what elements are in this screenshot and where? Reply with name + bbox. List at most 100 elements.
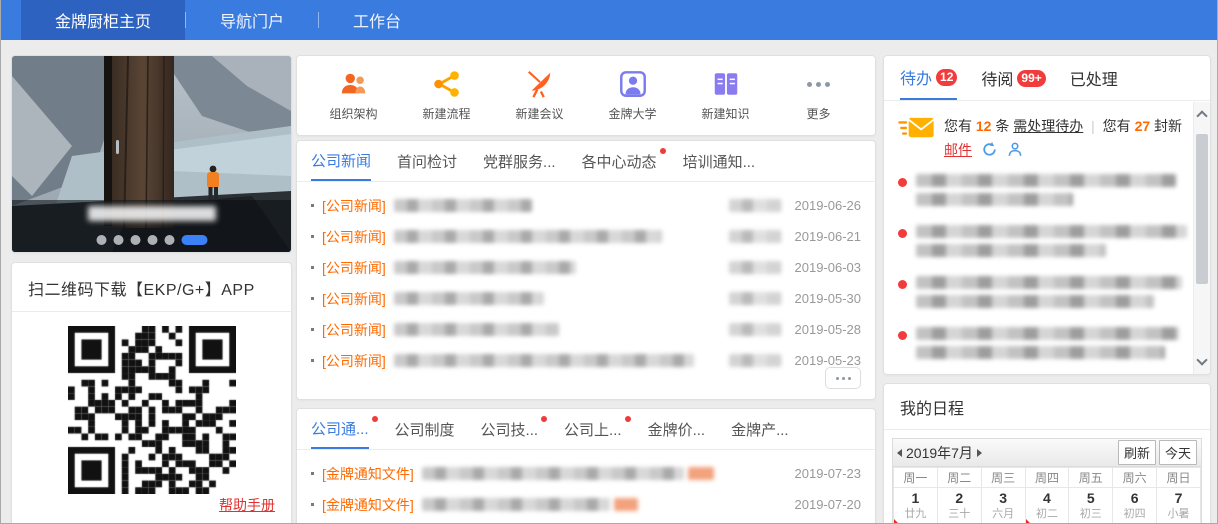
- prev-month-icon[interactable]: [897, 448, 902, 457]
- tab-brand-price[interactable]: 金牌价...: [648, 409, 706, 449]
- tab-company-listing[interactable]: 公司上...: [564, 409, 631, 449]
- todo-tabs: 待办 12 待阅 99+ 已处理: [884, 56, 1210, 101]
- quick-actions-card: 组织架构 新建流程 新建会议 金牌大学 新建知识 更多: [296, 55, 876, 136]
- qr-code: [67, 326, 236, 494]
- refresh-icon[interactable]: [981, 141, 998, 158]
- calendar-day-cell[interactable]: 7 小暑: [1156, 487, 1201, 523]
- qr-card-title: 扫二维码下载【EKP/G+】APP: [12, 263, 291, 312]
- nav-tab-portal[interactable]: 导航门户: [186, 0, 318, 40]
- action-more[interactable]: 更多: [781, 69, 857, 122]
- urgent-dot: [898, 229, 907, 238]
- carousel-dot[interactable]: [147, 235, 157, 245]
- new-mail-link[interactable]: 邮件: [944, 142, 972, 158]
- tab-company-policy[interactable]: 公司制度: [395, 409, 455, 449]
- todo-panel: 待办 12 待阅 99+ 已处理 您有 12 条 需处理待办 | 您有 27 封…: [883, 55, 1211, 375]
- person-card-icon: [619, 71, 646, 97]
- notice-item[interactable]: [金牌通知文件] 2019-07-23: [311, 458, 861, 489]
- carousel-dot[interactable]: [113, 235, 123, 245]
- tab-to-read[interactable]: 待阅 99+: [981, 56, 1046, 100]
- blurred-highlight: [613, 498, 638, 511]
- blurred-highlight: [687, 467, 714, 480]
- calendar-day-cell[interactable]: 3 六月: [980, 487, 1026, 523]
- news-item[interactable]: [公司新闻] 2019-06-03: [311, 252, 861, 283]
- action-new-meeting[interactable]: 新建会议: [502, 69, 578, 122]
- carousel-dot[interactable]: [164, 235, 174, 245]
- calendar-day-cell[interactable]: 6 初四: [1112, 487, 1158, 523]
- action-new-knowledge[interactable]: 新建知识: [688, 69, 764, 122]
- calendar-day-cell[interactable]: 2 三十: [936, 487, 982, 523]
- ellipsis-icon: [807, 69, 830, 99]
- tab-company-notice[interactable]: 公司通...: [311, 409, 378, 449]
- bullet: [311, 359, 314, 362]
- nav-tab-home[interactable]: 金牌厨柜主页: [21, 0, 186, 40]
- blurred-author: [728, 292, 781, 305]
- news-item[interactable]: [公司新闻] 2019-06-26: [311, 190, 861, 221]
- todo-item[interactable]: [898, 225, 1187, 263]
- blurred-author: [728, 199, 781, 212]
- news-category: [公司新闻]: [322, 197, 386, 214]
- nav-tab-workbench[interactable]: 工作台: [319, 0, 435, 40]
- calendar-week-row: 1 廿九 2 三十 3 六月 4 初二 5 初三 6 初四 7 小暑: [893, 487, 1201, 523]
- scroll-up-icon[interactable]: [1196, 110, 1208, 122]
- calendar-month-label: 2019年7月: [906, 444, 973, 461]
- carousel-caption-blurred: [87, 206, 216, 221]
- todo-item[interactable]: [898, 174, 1187, 212]
- news-category: [公司新闻]: [322, 352, 386, 369]
- carousel-caption-bar: [12, 200, 291, 252]
- banner-carousel[interactable]: [11, 55, 292, 253]
- pending-todo-link[interactable]: 需处理待办: [1013, 118, 1083, 134]
- news-more-button[interactable]: [825, 367, 861, 389]
- news-date: 2019-05-23: [794, 353, 862, 368]
- calendar: 2019年7月 刷新 今天 周一 周二 周三 周四 周五 周六 周日 1 廿九 …: [892, 438, 1202, 523]
- new-indicator-dot: [541, 416, 548, 422]
- carousel-dot[interactable]: [130, 235, 140, 245]
- news-item[interactable]: [公司新闻] 2019-05-23: [311, 345, 861, 376]
- blurred-title: [421, 467, 684, 480]
- tab-todo[interactable]: 待办 12: [900, 56, 958, 100]
- calendar-day-cell[interactable]: 1 廿九: [893, 487, 938, 523]
- tab-party-service[interactable]: 党群服务...: [483, 141, 556, 181]
- contact-person-icon[interactable]: [1007, 141, 1023, 158]
- todo-item[interactable]: [898, 276, 1187, 314]
- event-marker: [894, 519, 902, 523]
- carousel-dot[interactable]: [96, 235, 106, 245]
- carousel-dots[interactable]: [96, 235, 207, 245]
- action-university[interactable]: 金牌大学: [595, 69, 671, 122]
- help-manual-link[interactable]: 帮助手册: [219, 495, 275, 515]
- app-download-card: 扫二维码下载【EKP/G+】APP 帮助手册: [11, 262, 292, 523]
- scroll-down-icon[interactable]: [1196, 354, 1208, 366]
- mail-count: 27: [1134, 118, 1151, 134]
- tab-training-notice[interactable]: 培训通知...: [683, 141, 756, 181]
- tab-company-tech[interactable]: 公司技...: [481, 409, 548, 449]
- action-new-process[interactable]: 新建流程: [409, 69, 485, 122]
- tab-center-updates[interactable]: 各中心动态: [582, 141, 666, 181]
- tab-brand-product[interactable]: 金牌产...: [731, 409, 789, 449]
- action-org-structure[interactable]: 组织架构: [316, 69, 392, 122]
- news-item[interactable]: [公司新闻] 2019-05-28: [311, 314, 861, 345]
- news-date: 2019-05-30: [794, 291, 862, 306]
- news-item[interactable]: [公司新闻] 2019-06-21: [311, 221, 861, 252]
- weekday-row: 周一 周二 周三 周四 周五 周六 周日: [893, 467, 1201, 488]
- tab-first-review[interactable]: 首问检讨: [397, 141, 457, 181]
- news-item[interactable]: [公司新闻] 2019-05-30: [311, 283, 861, 314]
- tab-company-news[interactable]: 公司新闻: [311, 141, 372, 181]
- my-schedule-card: 我的日程 2019年7月 刷新 今天 周一 周二 周三 周四 周五 周六 周日 …: [883, 383, 1211, 523]
- news-date: 2019-06-03: [794, 260, 862, 275]
- notice-item[interactable]: [金牌通知文件] 2019-07-20: [311, 489, 861, 520]
- portal-window: 金牌厨柜主页 导航门户 工作台 扫二维码下载【EKP/G+】APP 帮助手册 组…: [0, 0, 1218, 524]
- event-marker: [1025, 519, 1034, 523]
- calendar-day-cell[interactable]: 4 初二: [1024, 487, 1070, 523]
- next-month-icon[interactable]: [976, 448, 982, 457]
- calendar-day-cell[interactable]: 5 初三: [1068, 487, 1114, 523]
- today-button[interactable]: 今天: [1158, 440, 1197, 465]
- blurred-title: [393, 230, 662, 243]
- carousel-dot-active[interactable]: [181, 235, 207, 245]
- tab-processed[interactable]: 已处理: [1070, 56, 1118, 100]
- todo-scrollbar[interactable]: [1193, 102, 1210, 374]
- refresh-button[interactable]: 刷新: [1117, 440, 1156, 465]
- notice-date: 2019-07-23: [794, 466, 862, 481]
- blurred-title: [421, 498, 610, 511]
- todo-item[interactable]: [898, 327, 1187, 365]
- scrollbar-thumb[interactable]: [1196, 134, 1208, 284]
- mail-envelope-icon: [898, 117, 935, 138]
